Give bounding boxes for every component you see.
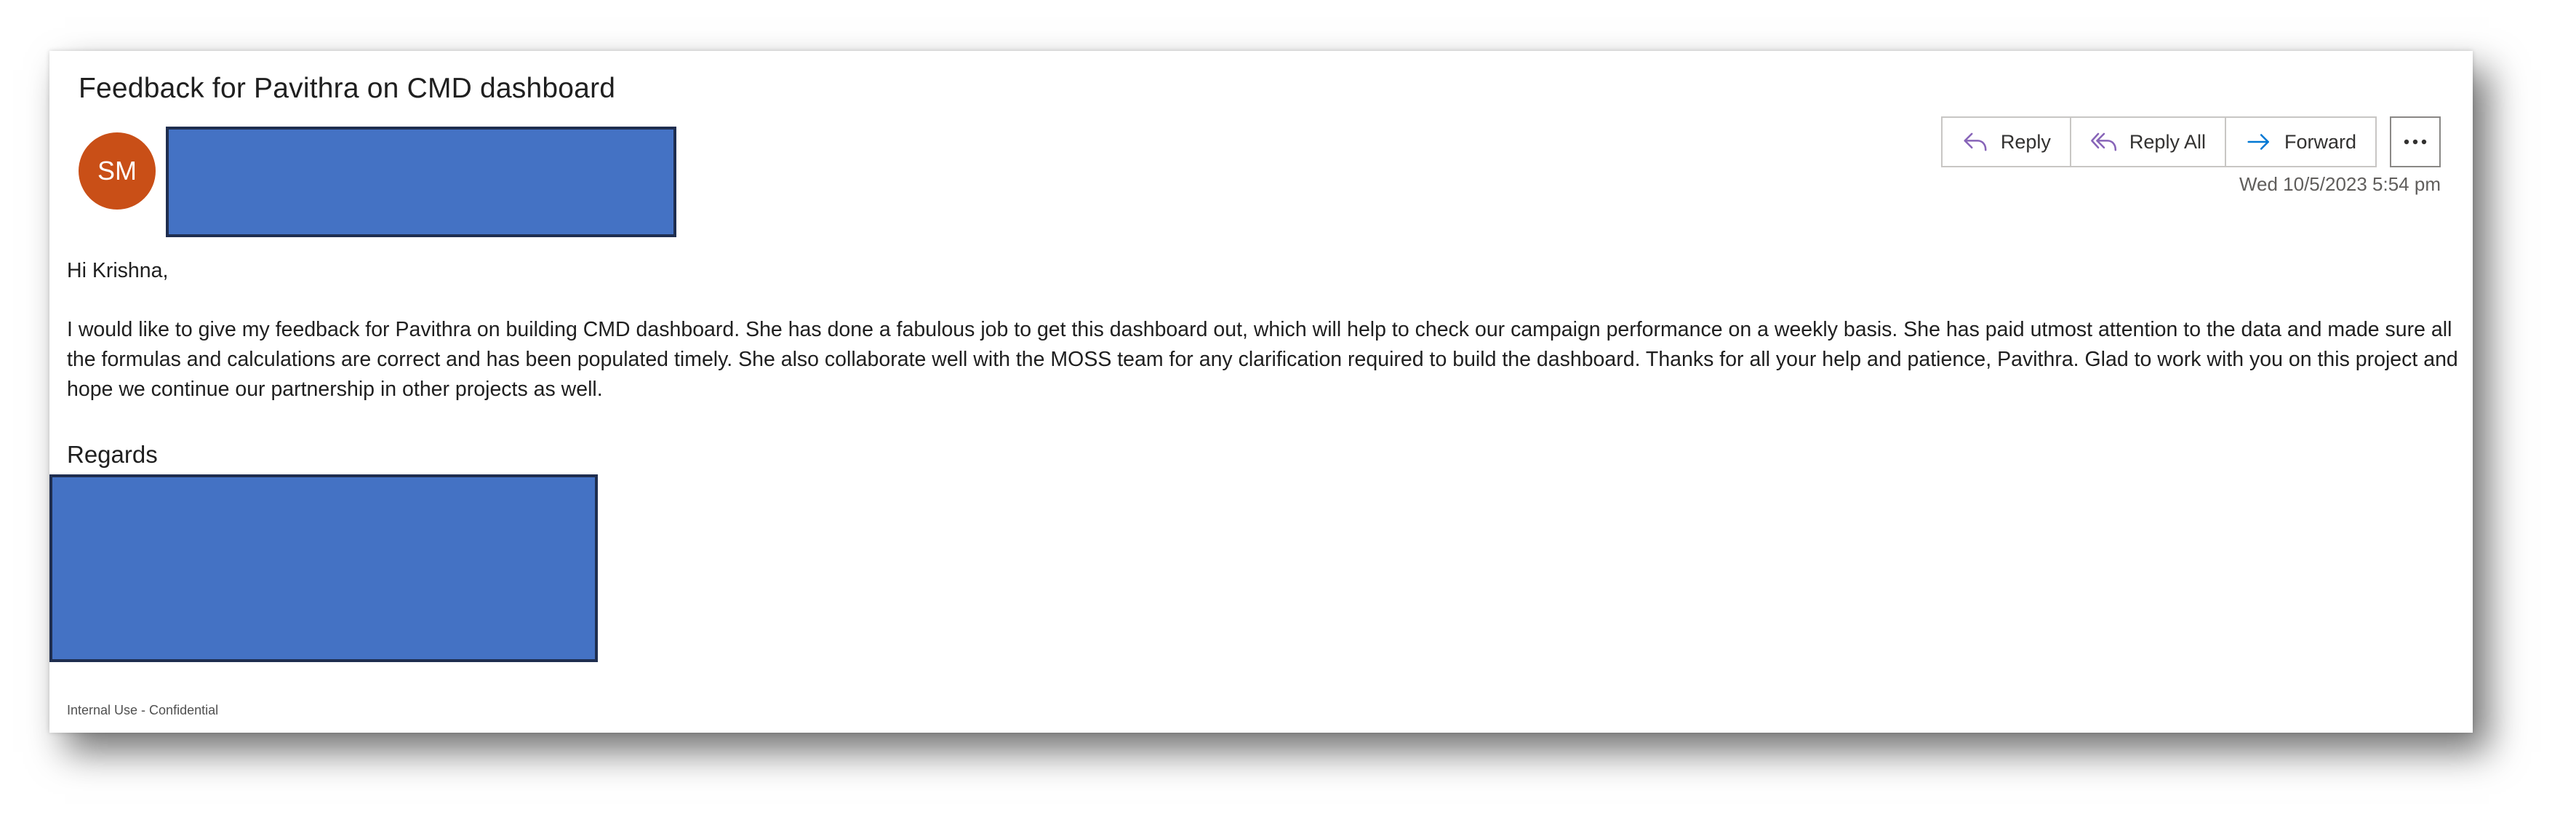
sender-initials: SM [97,156,137,186]
reply-button[interactable]: Reply [1942,118,2071,166]
email-subject: Feedback for Pavithra on CMD dashboard [79,73,616,104]
email-closing: Regards [67,441,158,468]
reply-actions-group: Reply Reply All Forward [1940,116,2377,167]
email-reading-pane: Feedback for Pavithra on CMD dashboard S… [49,51,2473,733]
ellipsis-icon [2404,139,2427,145]
forward-label: Forward [2284,130,2356,153]
message-actions-toolbar: Reply Reply All Forward [1940,116,2441,167]
redacted-sender-info [166,127,676,237]
forward-arrow-icon [2247,134,2269,150]
more-actions-button[interactable] [2390,116,2441,167]
sender-avatar[interactable]: SM [79,132,156,210]
email-date: Wed 10/5/2023 5:54 pm [2239,173,2441,195]
email-body: Hi Krishna, I would like to give my feed… [67,256,2460,405]
reply-arrow-icon [1964,132,1987,151]
confidentiality-footer: Internal Use - Confidential [67,703,219,717]
reply-all-arrow-icon [2091,132,2117,151]
reply-all-button[interactable]: Reply All [2071,118,2226,166]
reply-all-label: Reply All [2129,130,2206,153]
email-body-paragraph: I would like to give my feedback for Pav… [67,318,2458,401]
forward-button[interactable]: Forward [2225,118,2375,166]
email-greeting: Hi Krishna, [67,259,169,282]
redacted-signature [49,474,598,662]
reply-label: Reply [2000,130,2051,153]
